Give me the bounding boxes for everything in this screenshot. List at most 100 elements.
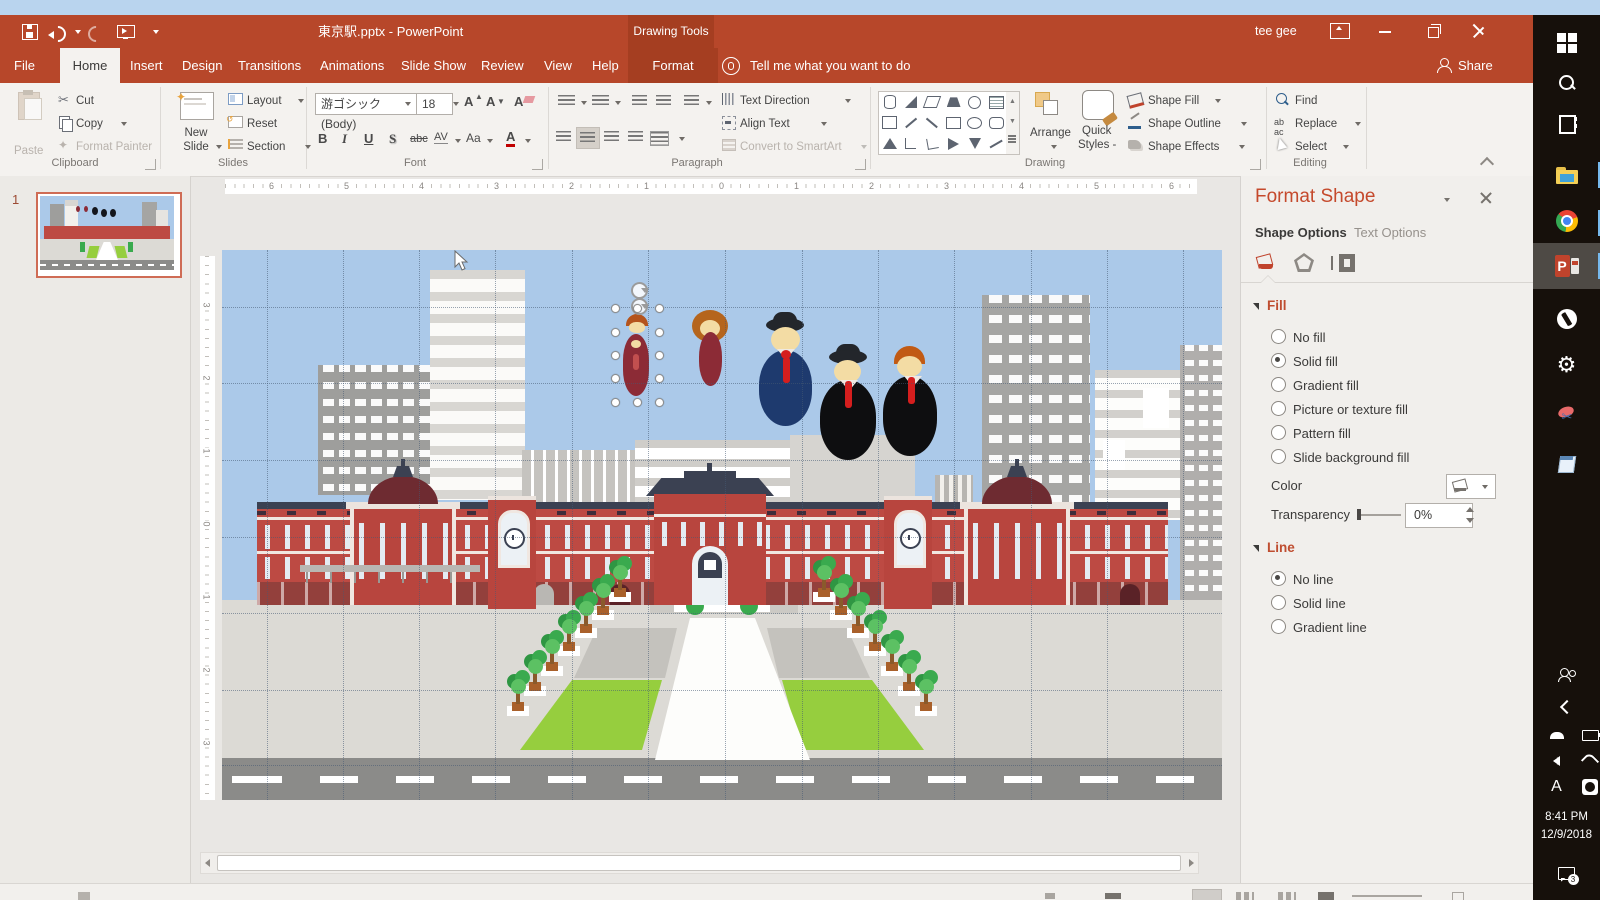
line-section-header[interactable]: Line	[1253, 540, 1295, 555]
shape-outline-caret[interactable]	[1241, 122, 1247, 126]
selection-handle[interactable]	[655, 398, 664, 407]
shape-triangle[interactable]	[880, 135, 900, 153]
select-button[interactable]: Select	[1295, 137, 1327, 158]
slide-thumbnail[interactable]	[36, 192, 182, 278]
quick-styles-label-2[interactable]: Styles -	[1078, 135, 1116, 156]
align-right-button[interactable]	[604, 131, 619, 142]
section-caret[interactable]	[305, 145, 311, 149]
copy-caret[interactable]	[121, 122, 127, 126]
char-spacing-caret[interactable]	[455, 139, 461, 143]
shapes-gallery[interactable]	[878, 91, 1008, 155]
scroll-left-arrow[interactable]	[205, 859, 210, 867]
shape-down-arrow[interactable]	[965, 135, 985, 153]
station-center-block[interactable]	[654, 494, 766, 605]
task-view-icon[interactable]	[1533, 103, 1600, 143]
panel-close-icon[interactable]	[1479, 191, 1493, 205]
shape-cylinder[interactable]	[880, 93, 900, 111]
char-spacing-button[interactable]: AV	[434, 131, 448, 144]
font-color-button[interactable]: A	[506, 129, 515, 147]
fill-option[interactable]: Pattern fill	[1271, 422, 1521, 446]
line-spacing-caret[interactable]	[706, 101, 712, 105]
copy-button[interactable]: Copy	[76, 114, 103, 135]
scroll-right-arrow[interactable]	[1189, 859, 1194, 867]
shape-fill-caret[interactable]	[1215, 99, 1221, 103]
customize-qat-icon[interactable]	[153, 30, 159, 34]
zoom-slider[interactable]	[1352, 895, 1422, 897]
shape-vertical-text-box[interactable]	[880, 114, 900, 132]
tab-file[interactable]: File	[12, 48, 37, 83]
shape-effects-caret[interactable]	[1239, 145, 1245, 149]
paragraph-dialog-launcher[interactable]	[855, 159, 866, 170]
reset-button[interactable]: Reset	[247, 114, 277, 135]
select-caret[interactable]	[1343, 145, 1349, 149]
line-option[interactable]: Gradient line	[1271, 616, 1521, 640]
tab-review[interactable]: Review	[479, 48, 526, 83]
fill-line-icon[interactable]	[1255, 252, 1277, 272]
convert-smartart-button[interactable]: Convert to SmartArt	[740, 137, 842, 158]
fill-option[interactable]: Solid fill	[1271, 350, 1521, 374]
undo-icon[interactable]	[48, 22, 68, 42]
shape-tree[interactable]	[503, 666, 533, 718]
close-button[interactable]	[1458, 15, 1504, 48]
line-option[interactable]: Solid line	[1271, 592, 1521, 616]
undo-caret[interactable]	[75, 30, 81, 34]
tab-insert[interactable]: Insert	[128, 48, 165, 83]
radio-line-0[interactable]	[1271, 571, 1286, 586]
new-slide-label-2[interactable]: Slide	[172, 137, 220, 158]
station-pavilion-right[interactable]	[964, 509, 1070, 605]
fill-option[interactable]: Gradient fill	[1271, 374, 1521, 398]
settings-gear-icon[interactable]: ⚙	[1533, 345, 1600, 385]
tab-view[interactable]: View	[542, 48, 574, 83]
selection-handle[interactable]	[655, 328, 664, 337]
shape-elbow[interactable]	[901, 135, 921, 153]
radio-fill-5[interactable]	[1271, 449, 1286, 464]
panel-menu-caret[interactable]	[1444, 198, 1450, 202]
radio-fill-3[interactable]	[1271, 401, 1286, 416]
tab-shape-options[interactable]: Shape Options	[1255, 225, 1347, 240]
fill-option[interactable]: No fill	[1271, 326, 1521, 350]
selection-handle[interactable]	[611, 304, 620, 313]
arrange-caret[interactable]	[1051, 145, 1057, 149]
powerpoint-taskbar-icon[interactable]: P	[1533, 243, 1600, 289]
shape-person-black-suit-hat[interactable]	[820, 344, 876, 460]
radio-fill-2[interactable]	[1271, 377, 1286, 392]
bullets-button[interactable]	[558, 95, 575, 106]
change-case-button[interactable]: Aa	[466, 131, 481, 145]
shrink-font-button[interactable]: A	[486, 94, 495, 109]
fit-slide-button[interactable]	[1452, 892, 1464, 900]
text-direction-caret[interactable]	[845, 99, 851, 103]
fill-color-button[interactable]	[1446, 474, 1496, 499]
view-sorter-button[interactable]	[1236, 892, 1254, 900]
fill-section-header[interactable]: Fill	[1253, 298, 1287, 313]
status-notes-icon[interactable]	[1045, 893, 1055, 899]
shape-circle-arrow[interactable]	[965, 93, 985, 111]
redo-icon[interactable]	[86, 22, 106, 42]
selection-handle[interactable]	[655, 374, 664, 383]
shape-line[interactable]	[901, 114, 921, 132]
selection-handle[interactable]	[655, 351, 664, 360]
view-slideshow-button[interactable]	[1318, 892, 1334, 900]
decrease-indent-button[interactable]	[632, 95, 647, 106]
radio-fill-4[interactable]	[1271, 425, 1286, 440]
effects-icon[interactable]	[1293, 252, 1317, 274]
format-painter-button[interactable]: Format Painter	[76, 137, 152, 158]
add-remove-columns-button[interactable]	[650, 131, 669, 146]
align-text-caret[interactable]	[821, 122, 827, 126]
line-spacing-button[interactable]	[684, 95, 699, 106]
font-dialog-launcher[interactable]	[532, 159, 543, 170]
tell-me-box[interactable]: Tell me what you want to do	[748, 48, 912, 83]
cut-button[interactable]: Cut	[76, 91, 94, 112]
snipping-tool-icon[interactable]: ✂	[1533, 393, 1600, 433]
numbering-caret[interactable]	[615, 101, 621, 105]
canvas-hscrollbar[interactable]	[200, 852, 1199, 874]
new-slide-caret[interactable]	[216, 145, 222, 149]
station-pavilion-left[interactable]	[350, 509, 456, 605]
shape-rectangle[interactable]	[944, 114, 964, 132]
view-normal-button[interactable]	[1192, 889, 1222, 900]
radio-fill-1[interactable]	[1271, 353, 1286, 368]
italic-button[interactable]: I	[342, 131, 347, 147]
view-reading-button[interactable]	[1278, 892, 1296, 900]
selection-handle[interactable]	[611, 398, 620, 407]
shape-right-triangle[interactable]	[901, 93, 921, 111]
size-properties-icon[interactable]	[1331, 252, 1355, 274]
